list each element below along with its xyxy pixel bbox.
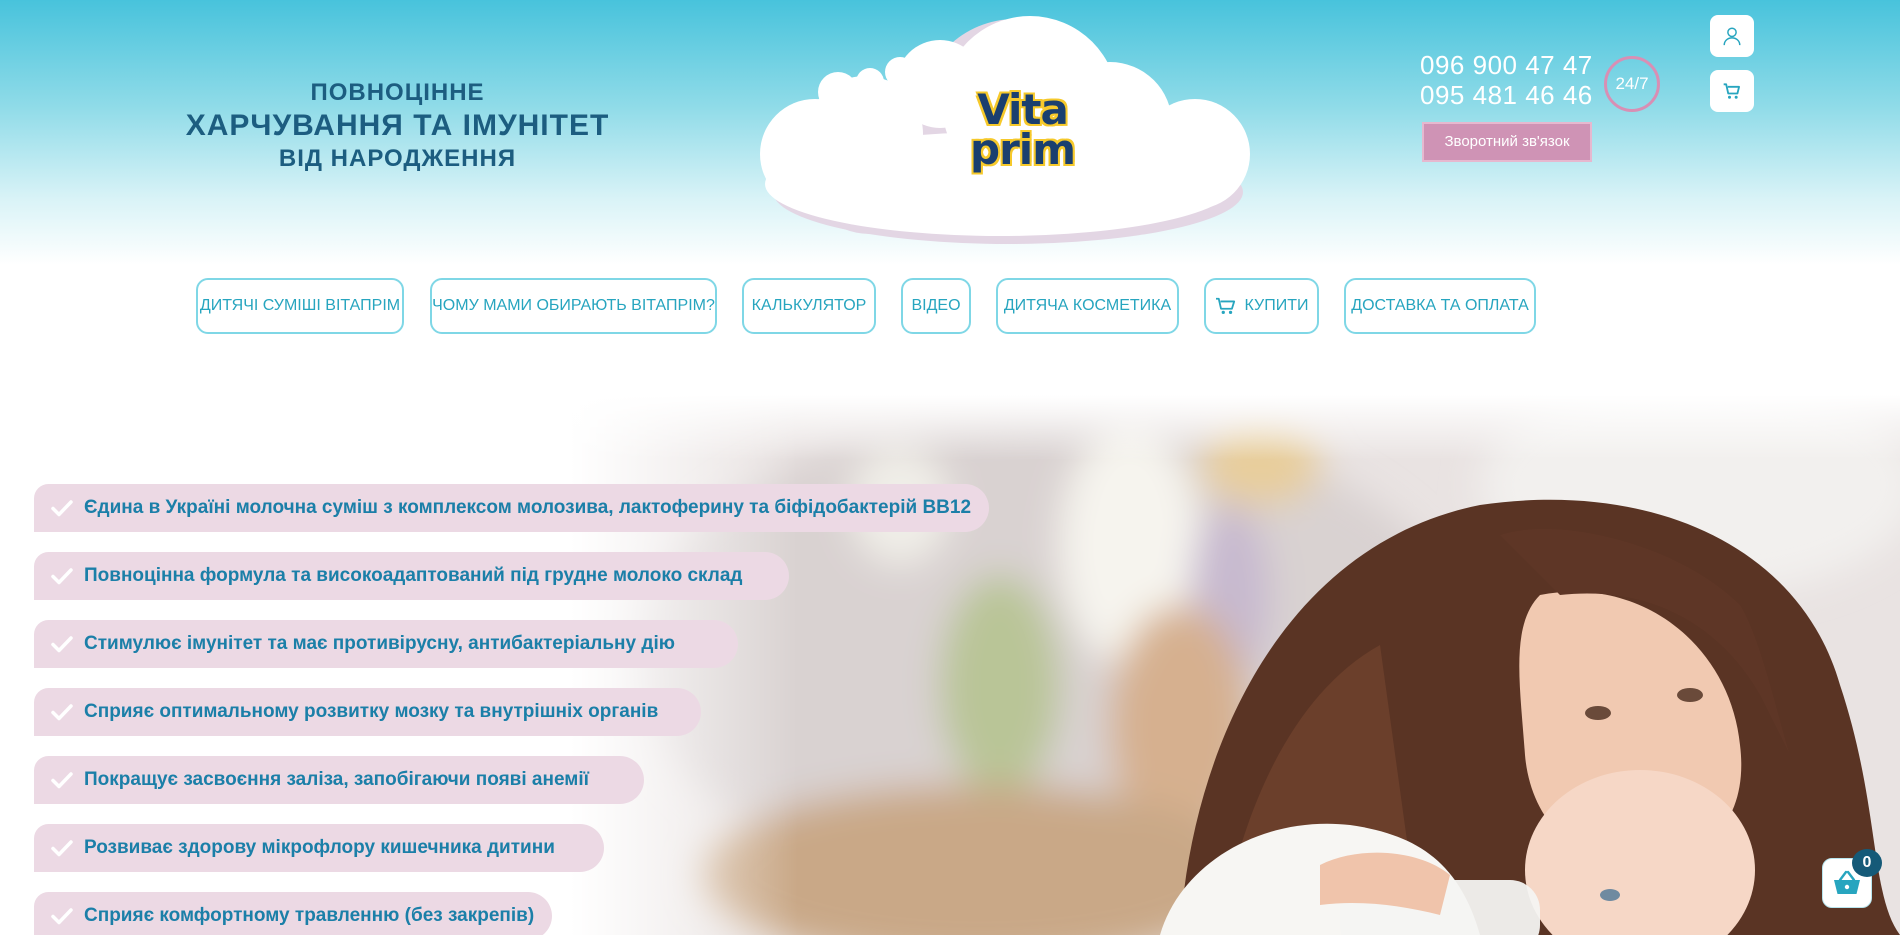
header-slogan: ПОВНОЦІННЕ ХАРЧУВАННЯ ТА ІМУНІТЕТ ВІД НА…	[150, 78, 645, 174]
hero-section: Єдина в Україні молочна суміш з комплекс…	[0, 395, 1900, 935]
phone-link-2[interactable]: 095 481 46 46	[1420, 80, 1610, 110]
benefit-item: Розвиває здорову мікрофлору кишечника ди…	[34, 824, 604, 872]
slogan-line-1: ПОВНОЦІННЕ	[310, 79, 485, 106]
phone-block: 096 900 47 47 095 481 46 46	[1420, 50, 1610, 110]
nav-item-label: Дитяча косметика	[1003, 297, 1172, 314]
cart-icon	[1215, 297, 1235, 314]
account-button[interactable]	[1710, 15, 1754, 57]
slogan-line-3: ВІД НАРОДЖЕННЯ	[278, 145, 517, 172]
phone-link-1[interactable]: 096 900 47 47	[1420, 50, 1610, 80]
nav-item-label: Відео	[911, 297, 961, 314]
user-icon	[1723, 27, 1741, 46]
benefit-item: Сприяє комфортному травленню (без закреп…	[34, 892, 552, 935]
nav-item-label: Чому мами обирають ВітаПрім?	[432, 297, 715, 314]
benefit-text: Розвиває здорову мікрофлору кишечника ди…	[84, 837, 555, 858]
main-navigation: Дитячі суміші ВітаПрім Чому мами обирают…	[0, 278, 1900, 336]
badge-24-7: 24/7	[1604, 56, 1660, 112]
vitaprim-logo[interactable]: Vita prim	[935, 85, 1110, 180]
benefit-item: Повноцінна формула та високоадаптований …	[34, 552, 789, 600]
callback-button[interactable]: Зворотний зв'язок	[1422, 122, 1592, 162]
benefit-item: Стимулює імунітет та має противірусну, а…	[34, 620, 738, 668]
nav-item-label: Купити	[1244, 297, 1309, 314]
checkmark-icon	[51, 840, 73, 857]
checkmark-icon	[51, 568, 73, 585]
nav-item-why-vitaprim[interactable]: Чому мами обирають ВітаПрім?	[430, 278, 717, 334]
cart-count-badge: 0	[1852, 849, 1882, 877]
nav-item-calculator[interactable]: Калькулятор	[742, 278, 876, 334]
benefit-text: Сприяє оптимальному розвитку мозку та вн…	[84, 701, 659, 722]
logo-word-2: prim	[970, 125, 1076, 174]
checkmark-icon	[51, 908, 73, 925]
nav-item-label: Калькулятор	[751, 297, 867, 314]
benefit-text: Єдина в Україні молочна суміш з комплекс…	[84, 497, 972, 518]
nav-item-cosmetics[interactable]: Дитяча косметика	[996, 278, 1179, 334]
site-header: ПОВНОЦІННЕ ХАРЧУВАННЯ ТА ІМУНІТЕТ ВІД НА…	[0, 0, 1900, 265]
slogan-line-2: ХАРЧУВАННЯ ТА ІМУНІТЕТ	[185, 109, 610, 142]
cart-icon	[1723, 83, 1740, 99]
checkmark-icon	[51, 772, 73, 789]
checkmark-icon	[51, 500, 73, 517]
checkmark-icon	[51, 636, 73, 653]
nav-item-delivery[interactable]: Доставка та оплата	[1344, 278, 1536, 334]
nav-item-formulas[interactable]: Дитячі суміші ВітаПрім	[196, 278, 404, 334]
header-cart-button[interactable]	[1710, 70, 1754, 112]
benefit-text: Покращує засвоєння заліза, запобігаючи п…	[84, 769, 589, 790]
nav-item-label: Доставка та оплата	[1351, 297, 1529, 314]
benefit-item: Єдина в Україні молочна суміш з комплекс…	[34, 484, 989, 532]
benefit-text: Сприяє комфортному травленню (без закреп…	[84, 905, 535, 926]
nav-item-label: Дитячі суміші ВітаПрім	[199, 297, 401, 314]
nav-item-buy[interactable]: Купити	[1204, 278, 1319, 334]
nav-item-video[interactable]: Відео	[901, 278, 971, 334]
benefit-item: Покращує засвоєння заліза, запобігаючи п…	[34, 756, 644, 804]
benefit-text: Стимулює імунітет та має противірусну, а…	[84, 633, 675, 654]
checkmark-icon	[51, 704, 73, 721]
benefit-item: Сприяє оптимальному розвитку мозку та вн…	[34, 688, 701, 736]
logo-word-1: Vita	[977, 85, 1069, 134]
benefit-text: Повноцінна формула та високоадаптований …	[84, 565, 743, 586]
